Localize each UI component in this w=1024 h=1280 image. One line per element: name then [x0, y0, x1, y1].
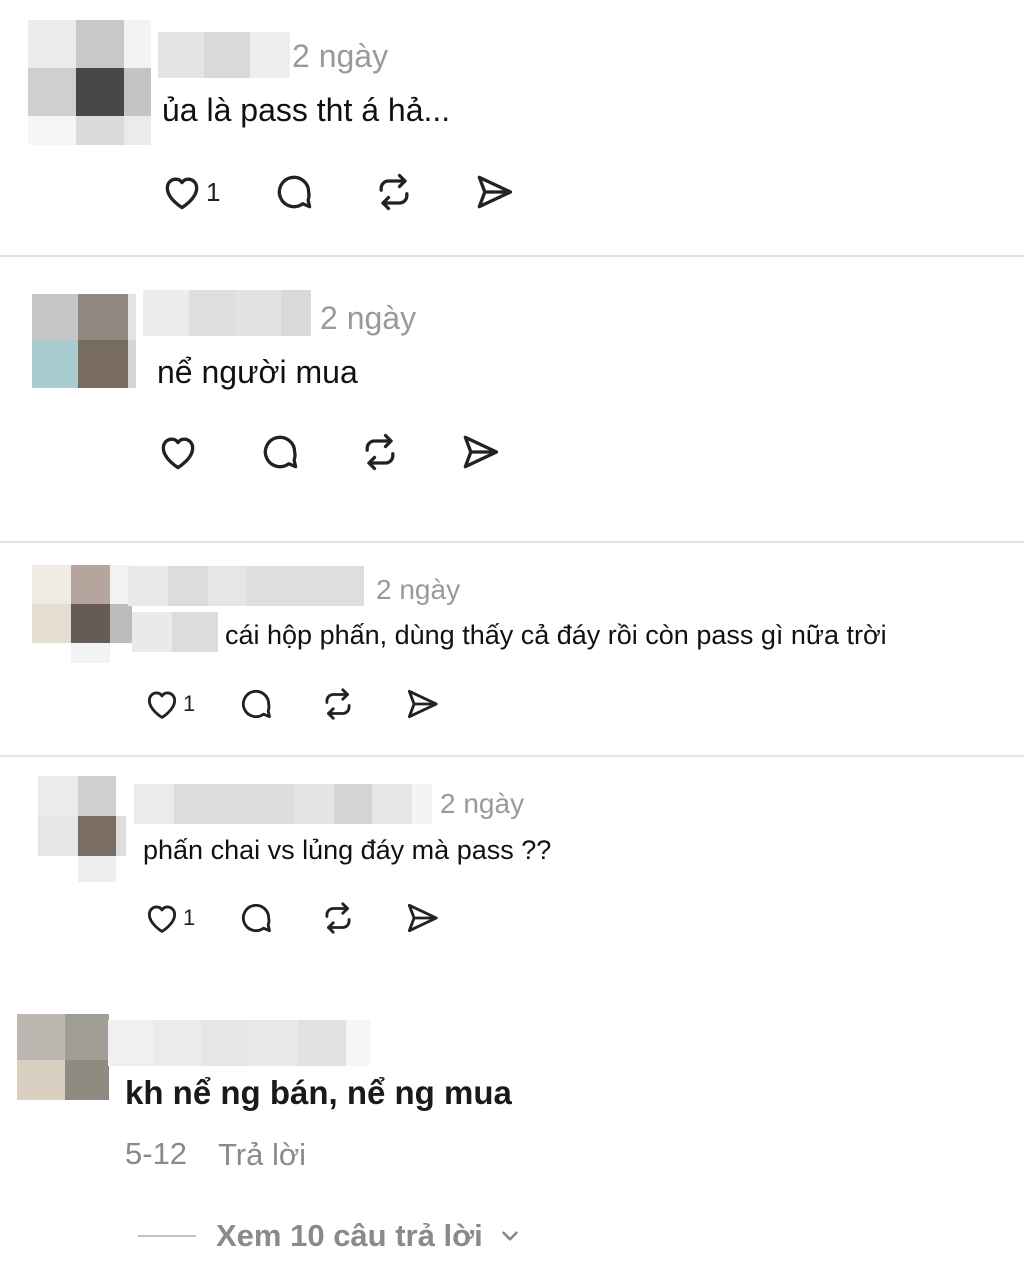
comment-text: phấn chai vs lủng đáy mà pass ??: [143, 835, 552, 865]
avatar[interactable]: [32, 294, 136, 388]
comment-text: cái hộp phấn, dùng thấy cả đáy rồi còn p…: [225, 620, 887, 650]
comment-time: 2 ngày: [292, 38, 389, 74]
username-blurred[interactable]: [108, 1020, 370, 1066]
reply-link[interactable]: Trả lời: [218, 1137, 306, 1173]
divider: [0, 541, 1024, 543]
username-blurred[interactable]: [158, 32, 290, 78]
reply-button[interactable]: [272, 170, 316, 214]
comment-icon: [278, 175, 312, 209]
username-blurred[interactable]: [128, 566, 364, 606]
replies-line: [138, 1235, 196, 1237]
reply-button[interactable]: [237, 685, 275, 723]
reply-button[interactable]: [237, 899, 275, 937]
like-button[interactable]: 1: [160, 170, 220, 214]
comment-icon: [242, 903, 272, 933]
share-icon: [408, 903, 438, 933]
share-button[interactable]: [403, 899, 441, 937]
share-button[interactable]: [403, 685, 441, 723]
avatar[interactable]: [28, 20, 151, 145]
like-button[interactable]: 1: [143, 685, 195, 723]
avatar[interactable]: [32, 565, 132, 663]
share-button[interactable]: [458, 430, 502, 474]
heart-icon: [165, 177, 199, 210]
like-button[interactable]: [156, 430, 202, 474]
view-replies-button[interactable]: Xem 10 câu trả lời: [138, 1216, 523, 1256]
chevron-down-icon: [501, 1231, 518, 1241]
repost-button[interactable]: [358, 430, 402, 474]
repost-icon: [379, 173, 409, 211]
comment-time: 2 ngày: [320, 300, 417, 336]
repost-icon: [365, 433, 395, 471]
like-count: 1: [206, 176, 221, 207]
repost-icon: [325, 688, 351, 720]
like-count: 1: [183, 691, 196, 716]
comment-text: nể người mua: [157, 354, 358, 390]
comment-text: ủa là pass tht á hả...: [162, 92, 451, 128]
comment-text: kh nể ng bán, nể ng mua: [125, 1074, 512, 1111]
comment-icon: [263, 435, 298, 469]
avatar[interactable]: [38, 776, 126, 882]
view-replies-label: Xem 10 câu trả lời: [216, 1218, 483, 1253]
comment-time: 2 ngày: [440, 788, 525, 819]
repost-button[interactable]: [372, 170, 416, 214]
username-blurred[interactable]: [143, 290, 311, 336]
heart-icon: [147, 905, 177, 933]
comment-icon: [242, 689, 272, 719]
like-count: 1: [183, 905, 196, 930]
like-button[interactable]: 1: [143, 899, 195, 937]
repost-button[interactable]: [319, 899, 357, 937]
share-button[interactable]: [472, 170, 516, 214]
username-blurred[interactable]: [134, 784, 432, 824]
avatar[interactable]: [17, 1014, 109, 1100]
share-icon: [478, 175, 513, 209]
repost-button[interactable]: [319, 685, 357, 723]
reply-button[interactable]: [258, 430, 302, 474]
comment-date: 5-12: [125, 1136, 188, 1171]
mention-blurred[interactable]: [132, 612, 218, 652]
share-icon: [408, 689, 438, 719]
heart-icon: [147, 691, 177, 719]
comment-time: 2 ngày: [376, 574, 461, 605]
repost-icon: [325, 902, 351, 934]
heart-icon: [161, 437, 195, 470]
divider: [0, 755, 1024, 757]
divider: [0, 255, 1024, 257]
share-icon: [463, 435, 499, 469]
